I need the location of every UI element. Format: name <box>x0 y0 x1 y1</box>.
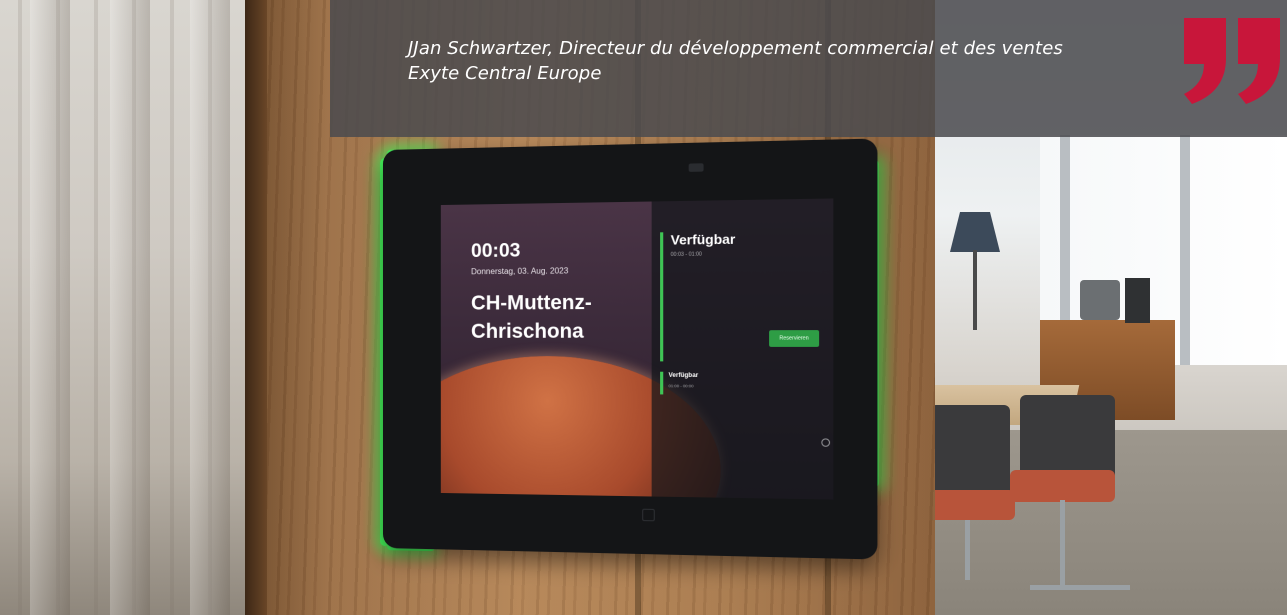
next-status-indicator <box>660 371 664 395</box>
curtain-fold <box>30 0 70 615</box>
curtain-fold <box>110 0 150 615</box>
quote-company: Exyte Central Europe <box>408 63 602 84</box>
tablet-screen: 00:03 Donnerstag, 03. Aug. 2023 CH-Mutte… <box>440 198 834 500</box>
next-status-time: 01:00 - 00:00 <box>668 383 694 389</box>
pillar-edge <box>245 0 267 615</box>
camera <box>688 163 704 172</box>
availability-panel: Verfügbar 00:03 - 01:00 Reservieren Verf… <box>651 198 834 500</box>
chair-leg <box>1060 500 1065 590</box>
status-label: Verfügbar <box>670 231 736 248</box>
office-chair <box>930 405 1010 500</box>
window-frame <box>1180 135 1190 365</box>
curtain-fold <box>190 0 230 615</box>
photo-scene: 00:03 Donnerstag, 03. Aug. 2023 CH-Mutte… <box>0 0 1287 615</box>
quote-mark-right <box>1238 18 1280 104</box>
coffee-machine <box>1080 280 1120 320</box>
status-indicator <box>660 232 664 362</box>
reserve-button[interactable]: Reservieren <box>769 330 820 347</box>
date-label: Donnerstag, 03. Aug. 2023 <box>471 266 569 277</box>
room-info-panel: 00:03 Donnerstag, 03. Aug. 2023 CH-Mutte… <box>441 202 652 497</box>
clock: 00:03 <box>471 240 521 263</box>
quote-author: JJan Schwartzer, Directeur du développem… <box>408 38 1063 59</box>
quote-mark-left <box>1184 18 1226 104</box>
room-booking-tablet: 00:03 Donnerstag, 03. Aug. 2023 CH-Mutte… <box>380 138 879 560</box>
curtain <box>0 0 260 615</box>
room-name: CH-Muttenz-Chrischona <box>471 291 592 343</box>
lamp-pole <box>973 250 977 330</box>
chair-leg <box>965 520 970 580</box>
next-status-label: Verfügbar <box>668 372 699 380</box>
chair-seat <box>925 490 1015 520</box>
kettle <box>1125 278 1150 323</box>
status-time: 00:03 - 01:00 <box>670 251 702 259</box>
gear-icon[interactable] <box>821 438 831 447</box>
quote-marks-icon <box>1184 18 1280 104</box>
windows-logo-icon <box>642 508 655 522</box>
quote-text: JJan Schwartzer, Directeur du développem… <box>408 36 1063 86</box>
chair-seat <box>1010 470 1115 502</box>
chair-base <box>1030 585 1130 590</box>
